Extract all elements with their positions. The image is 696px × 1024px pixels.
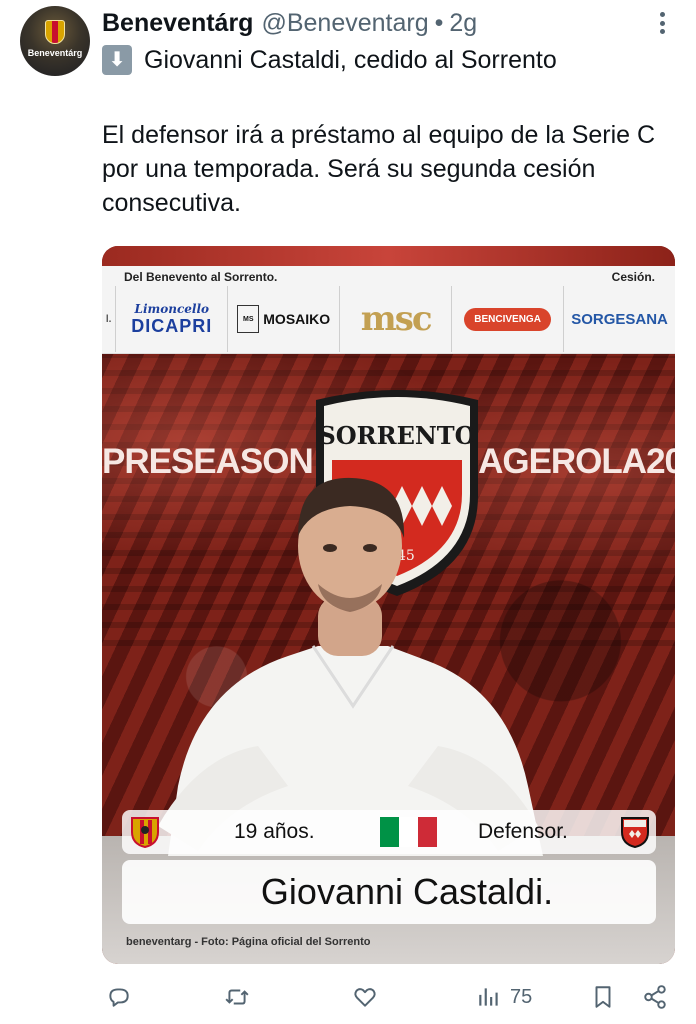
sponsor-bencivenga-text: BENCIVENGA <box>464 307 551 331</box>
sponsor-sorgesana: SORGESANA <box>571 310 668 328</box>
sponsor-limoncello-text: Limoncello <box>134 301 210 316</box>
bookmark-button[interactable] <box>590 978 616 1016</box>
sponsor-dicapri-text: DICAPRI <box>131 315 213 336</box>
player-figure <box>138 456 558 856</box>
sponsor-logos: l. Limoncello DICAPRI MS MOSAIKO msc BEN… <box>102 286 675 352</box>
views-count: 75 <box>510 985 533 1008</box>
sponsor-msc: msc <box>340 286 453 352</box>
like-icon <box>354 988 376 1007</box>
flag-white <box>399 817 418 847</box>
board-caption-left: Del Benevento al Sorrento. <box>124 270 278 284</box>
player-name: Giovanni Castaldi. <box>260 871 554 912</box>
headline-text: Giovanni Castaldi, cedido al Sorrento <box>144 46 557 74</box>
player-position: Defensor. <box>478 820 568 843</box>
timestamp[interactable]: 2g <box>449 9 477 38</box>
sponsor-mosaiko-text: MOSAIKO <box>263 311 331 327</box>
tweet-actions: 75 <box>102 978 674 1016</box>
sponsor-board: Del Benevento al Sorrento. Cesión. l. Li… <box>102 266 675 354</box>
separator-dot: • <box>434 8 444 37</box>
flag-green <box>380 817 399 847</box>
like-button[interactable] <box>352 978 378 1016</box>
views-button[interactable]: 75 <box>476 978 532 1016</box>
shield-name-text: SORRENTO <box>318 421 475 450</box>
photo-credit: beneventarg - Foto: Página oficial del S… <box>126 936 371 948</box>
sorrento-badge-icon <box>620 816 650 849</box>
player-age: 19 años. <box>234 820 315 843</box>
retweet-button[interactable] <box>224 978 250 1016</box>
tweet-headline: ⬇ Giovanni Castaldi, cedido al Sorrento <box>102 43 557 77</box>
author-name[interactable]: Beneventárg <box>102 9 253 38</box>
image-top-band <box>102 246 675 268</box>
club-crest-icon <box>45 20 65 44</box>
sponsor-mosaiko: MS MOSAIKO <box>228 286 341 352</box>
reply-icon <box>109 988 129 1007</box>
sponsor-bencivenga: BENCIVENGA <box>452 286 565 352</box>
board-caption-right: Cesión. <box>611 270 655 284</box>
share-icon <box>644 985 666 1009</box>
retweet-icon <box>225 989 249 1005</box>
italy-flag-icon <box>380 817 437 847</box>
player-name-bar: Giovanni Castaldi. <box>122 860 656 924</box>
bookmark-icon <box>595 986 611 1008</box>
avatar-label: Beneventárg <box>27 48 83 58</box>
tweet-header: Beneventárg @Beneventarg • 2g <box>102 6 477 40</box>
tweet-body: El defensor irá a préstamo al equipo de … <box>102 121 656 217</box>
sponsor-partial: l. <box>102 286 117 352</box>
author-handle[interactable]: @Beneventarg <box>261 9 428 38</box>
down-arrow-emoji-icon: ⬇ <box>102 45 132 75</box>
flag-red <box>418 817 437 847</box>
more-options-icon[interactable] <box>652 10 672 36</box>
avatar[interactable]: Beneventárg <box>20 6 90 76</box>
share-button[interactable] <box>642 978 668 1016</box>
info-bar: 19 años. Defensor. <box>122 810 656 854</box>
tweet-image[interactable]: Del Benevento al Sorrento. Cesión. l. Li… <box>102 246 675 964</box>
sponsor-dicapri: Limoncello DICAPRI <box>116 286 229 352</box>
benevento-badge-icon <box>130 816 160 849</box>
views-icon <box>479 988 498 1006</box>
reply-button[interactable] <box>106 978 132 1016</box>
mosaiko-logo-icon: MS <box>237 305 260 333</box>
